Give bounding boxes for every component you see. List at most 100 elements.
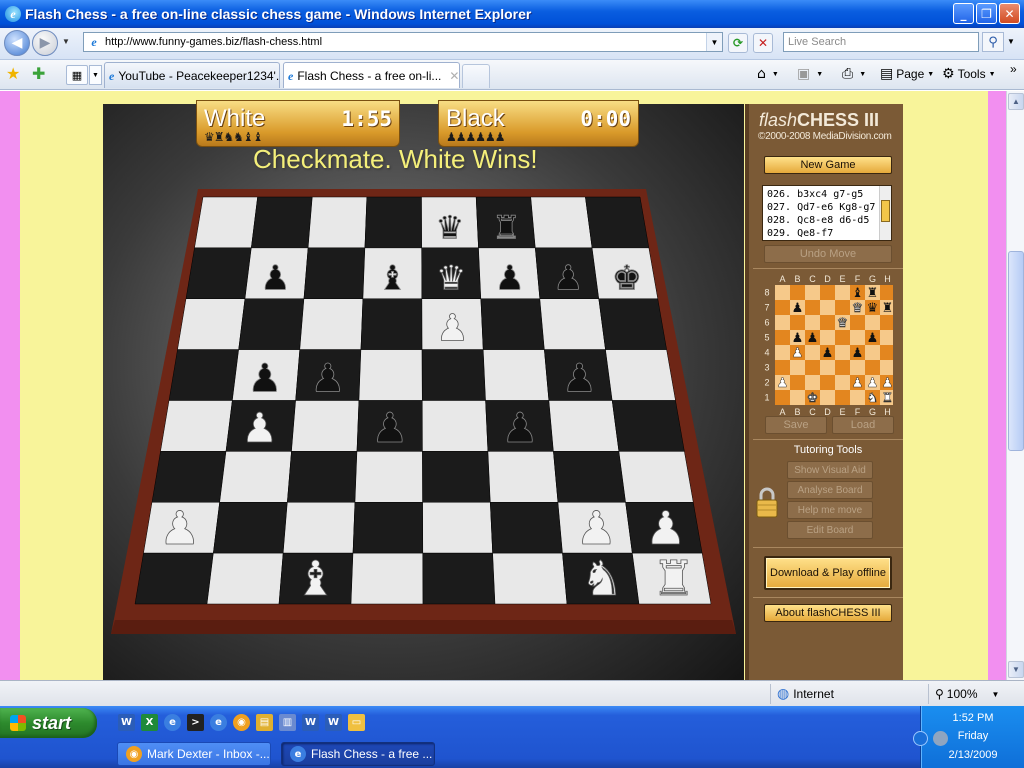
- dropdown-arrow-icon[interactable]: ▼: [816, 71, 823, 78]
- board-square[interactable]: [548, 400, 620, 452]
- board-square[interactable]: [168, 349, 239, 401]
- help-me-move-button[interactable]: Help me move: [787, 501, 873, 519]
- forward-button[interactable]: ▶: [32, 30, 58, 56]
- move-list[interactable]: 026. b3xc4 g7-g5 027. Qd7-e6 Kg8-g7 028.…: [762, 185, 892, 241]
- move-list-scrollbar[interactable]: [879, 186, 891, 240]
- more-commands-icon[interactable]: »: [1010, 62, 1017, 76]
- ie-icon[interactable]: e: [164, 714, 181, 731]
- word-icon[interactable]: W: [325, 714, 342, 731]
- black-pawn[interactable]: ♟: [247, 356, 283, 402]
- scroll-thumb[interactable]: [1008, 251, 1024, 451]
- show-visual-aid-button[interactable]: Show Visual Aid: [787, 461, 873, 479]
- black-king[interactable]: ♚: [611, 258, 642, 299]
- load-button[interactable]: Load: [832, 416, 894, 434]
- board-square[interactable]: [421, 349, 486, 401]
- board-square[interactable]: [282, 502, 356, 554]
- taskbar-button-inbox[interactable]: ◉ Mark Dexter - Inbox -...: [117, 742, 271, 766]
- black-pawn[interactable]: ♟: [494, 258, 525, 299]
- maximize-button[interactable]: ❐: [976, 3, 997, 24]
- black-pawn[interactable]: ♟: [501, 404, 539, 453]
- save-button[interactable]: Save: [765, 416, 827, 434]
- new-tab-button[interactable]: [462, 64, 490, 88]
- board-square[interactable]: [219, 451, 292, 503]
- refresh-button[interactable]: ⟳: [728, 33, 748, 53]
- page-menu[interactable]: ▤ Page ▼: [880, 66, 934, 82]
- board-square[interactable]: [421, 400, 489, 452]
- black-pawn[interactable]: ♟: [553, 258, 584, 299]
- black-pawn[interactable]: ♟: [371, 404, 409, 453]
- zoom-dropdown-icon[interactable]: ▼: [992, 690, 1000, 699]
- board-square[interactable]: [598, 298, 667, 350]
- board-square[interactable]: [422, 502, 493, 554]
- start-button[interactable]: start: [0, 708, 97, 738]
- about-flashchess-button[interactable]: About flashCHESS III: [764, 604, 892, 622]
- board-square[interactable]: [530, 196, 593, 249]
- dropdown-arrow-icon[interactable]: ▼: [772, 71, 779, 78]
- board-square[interactable]: [490, 502, 563, 554]
- board-square[interactable]: [480, 298, 545, 350]
- home-button[interactable]: ⌂ ▼: [757, 66, 779, 82]
- board-square[interactable]: [287, 451, 358, 503]
- favorites-star-icon[interactable]: ★: [6, 64, 20, 83]
- white-bishop[interactable]: ♝: [294, 550, 338, 607]
- board-square[interactable]: [299, 298, 364, 350]
- command-prompt-icon[interactable]: >: [187, 714, 204, 731]
- edit-board-button[interactable]: Edit Board: [787, 521, 873, 539]
- board-square[interactable]: [585, 196, 650, 249]
- black-pawn[interactable]: ♟: [562, 356, 598, 402]
- address-bar[interactable]: e http://www.funny-games.biz/flash-chess…: [83, 32, 723, 52]
- excel-icon[interactable]: X: [141, 714, 158, 731]
- board-square[interactable]: [553, 451, 626, 503]
- black-pawn[interactable]: ♟: [310, 356, 346, 402]
- print-button[interactable]: ⎙ ▼: [842, 66, 866, 82]
- black-rook[interactable]: ♜: [492, 208, 521, 247]
- board-square[interactable]: [360, 298, 423, 350]
- board-square[interactable]: [307, 196, 368, 249]
- folder-icon[interactable]: ▭: [348, 714, 365, 731]
- quick-tabs-icon[interactable]: ▦: [66, 65, 88, 85]
- history-dropdown-icon[interactable]: ▼: [62, 37, 70, 46]
- add-favorites-icon[interactable]: ✚: [32, 64, 45, 83]
- board-square[interactable]: [134, 552, 214, 605]
- white-rook[interactable]: ♜: [652, 550, 696, 607]
- board-square[interactable]: [194, 196, 258, 249]
- board-square[interactable]: [482, 349, 550, 401]
- white-pawn[interactable]: ♟: [159, 501, 201, 556]
- tab-list-dropdown-icon[interactable]: ▼: [89, 65, 102, 85]
- back-button[interactable]: ◀: [4, 30, 30, 56]
- chess-board[interactable]: ♛ ♜♟ ♝ ♛ ♟ ♟ ♚♟♟ ♟ ♟♟ ♟ ♟♟ ♟ ♟♝ ♞ ♜: [103, 104, 744, 680]
- white-pawn[interactable]: ♟: [241, 404, 279, 453]
- new-game-button[interactable]: New Game: [764, 156, 892, 174]
- move-list-scroll-thumb[interactable]: [881, 200, 890, 222]
- board-square[interactable]: [350, 552, 424, 605]
- feeds-button[interactable]: ▣ ▼: [797, 66, 823, 82]
- board-square[interactable]: [151, 451, 227, 503]
- tab-youtube[interactable]: e YouTube - Peacekeeper1234'...: [104, 62, 280, 88]
- vertical-scrollbar[interactable]: ▲ ▼: [1006, 91, 1024, 680]
- stop-button[interactable]: ✕: [753, 33, 773, 53]
- security-zone[interactable]: ◍ Internet: [770, 684, 923, 704]
- white-pawn[interactable]: ♟: [645, 501, 687, 556]
- white-knight[interactable]: ♞: [580, 550, 624, 607]
- white-pawn[interactable]: ♟: [435, 306, 469, 350]
- clock-time[interactable]: 1:52 PM: [921, 712, 1024, 724]
- board-square[interactable]: [238, 298, 305, 350]
- analyse-board-button[interactable]: Analyse Board: [787, 481, 873, 499]
- close-button[interactable]: ✕: [999, 3, 1020, 24]
- close-tab-icon[interactable]: ✕: [449, 69, 459, 83]
- search-options-icon[interactable]: ▼: [1007, 37, 1015, 46]
- chess-game-area[interactable]: ♛ ♜ ♟ ♝ ♛ ♟ ♟ ♚ ♟ ♟ ♟ ♟ ♟ ♟ ♟ ♟ ♟ ♟ ♝ ♞ ♜ White 1:55 ♛♜♞♞♝♝ …: [103, 100, 744, 680]
- ie-icon[interactable]: e: [210, 714, 227, 731]
- search-icon[interactable]: ⚲: [982, 32, 1004, 52]
- scroll-down-button[interactable]: ▼: [1008, 661, 1024, 678]
- taskbar-button-flash-chess[interactable]: e Flash Chess - a free ...: [281, 742, 435, 766]
- tools-menu[interactable]: ⚙ Tools ▼: [942, 66, 996, 82]
- minimize-button[interactable]: _: [953, 3, 974, 24]
- board-square[interactable]: [291, 400, 360, 452]
- board-square[interactable]: [160, 400, 233, 452]
- black-bishop[interactable]: ♝: [377, 258, 408, 299]
- board-square[interactable]: [611, 400, 685, 452]
- white-pawn[interactable]: ♟: [575, 501, 617, 556]
- board-square[interactable]: [487, 451, 559, 503]
- board-square[interactable]: [185, 247, 252, 299]
